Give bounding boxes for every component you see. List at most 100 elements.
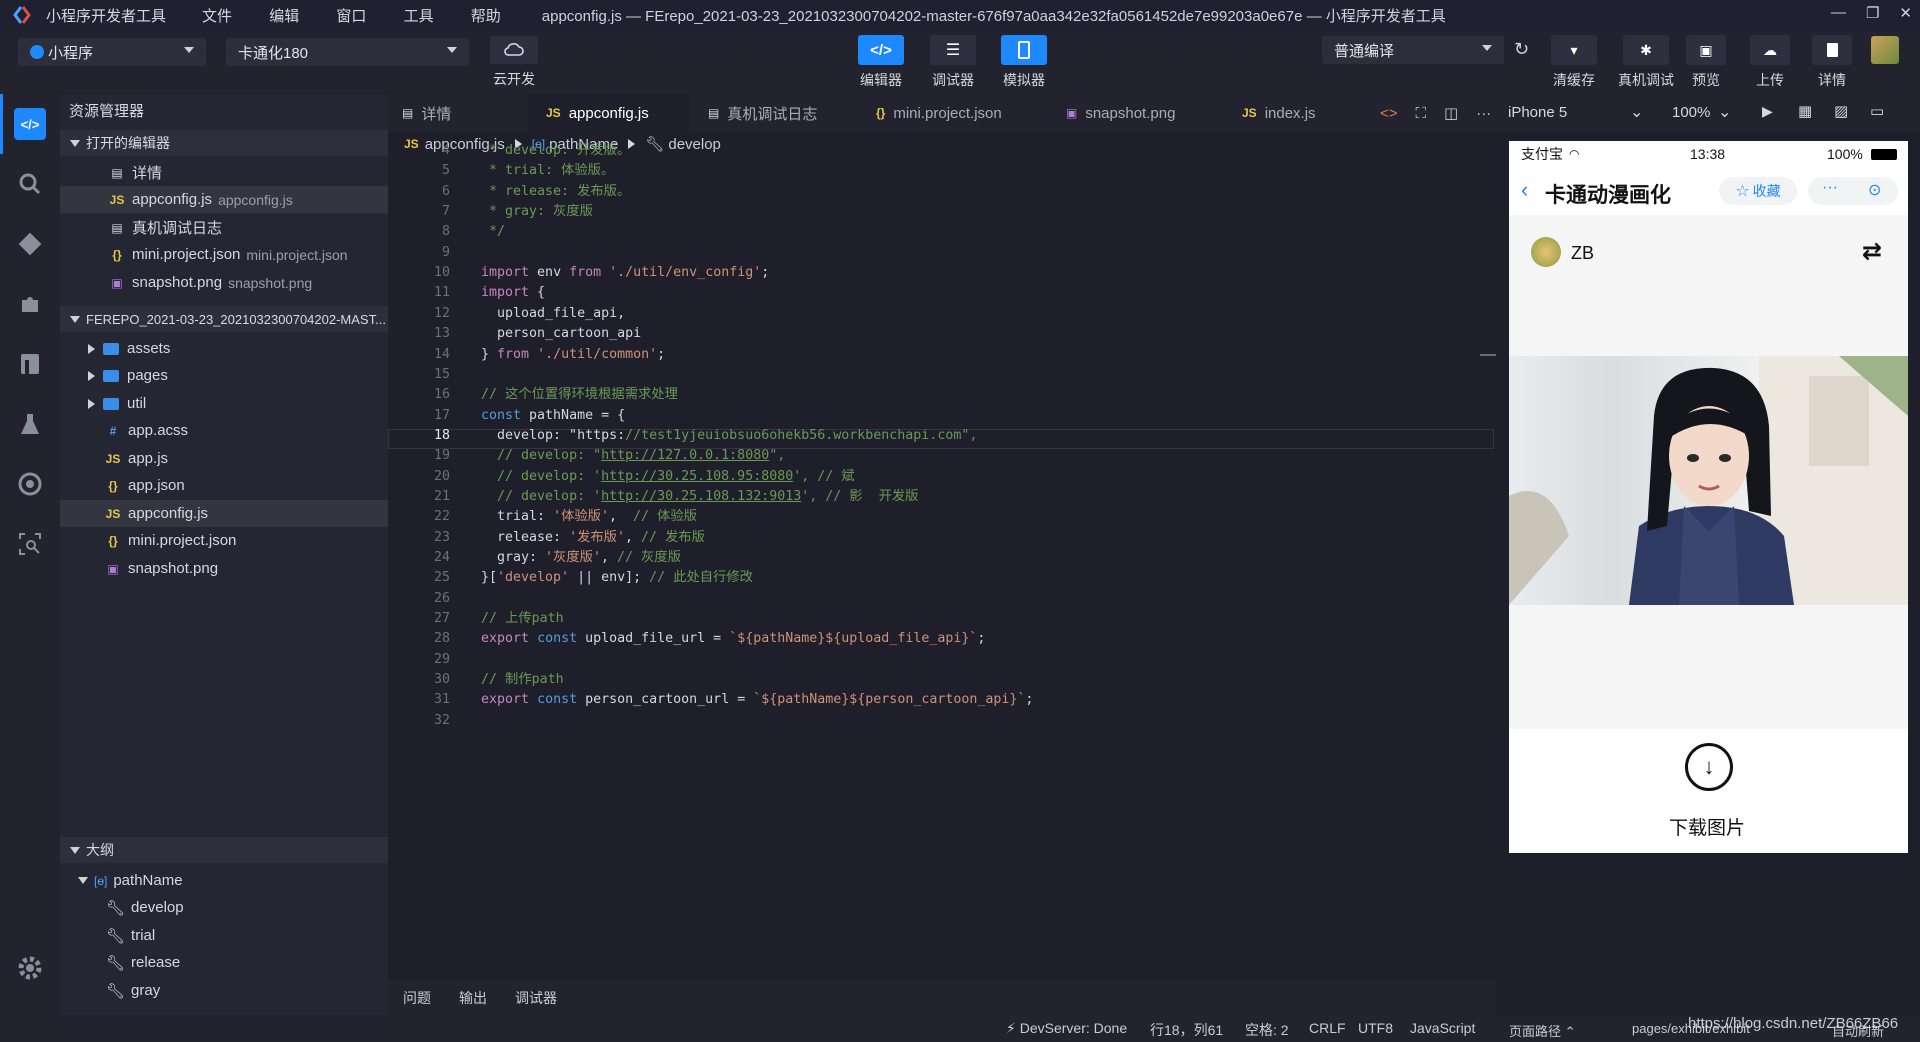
support-icon[interactable] [14,468,46,500]
code-line[interactable]: upload_file_api, [481,304,625,324]
tree-file[interactable]: JS appconfig.js [60,500,388,527]
search-icon[interactable] [14,168,46,200]
language-mode[interactable]: JavaScript [1410,1020,1475,1036]
open-editor-item[interactable]: ▣ snapshot.png snapshot.png [60,269,388,296]
more-icon[interactable]: ··· [1476,105,1491,122]
code-line[interactable]: export const upload_file_url = `${pathNa… [481,629,985,649]
inspect-icon[interactable] [14,528,46,560]
code-line[interactable]: gray: '灰度版', // 灰度版 [481,548,681,568]
tree-file[interactable]: {} app.json [60,472,388,499]
tab-index[interactable]: JS index.js [1224,94,1374,132]
preview-button[interactable]: ▣ 预览 [1686,35,1726,90]
close-icon[interactable]: ✕ [1899,4,1912,22]
code-line[interactable]: // 这个位置得环境根据需求处理 [481,385,678,405]
gear-icon[interactable] [14,952,46,984]
cloud-dev-button[interactable]: 云开发 [488,36,540,89]
code-brackets-icon[interactable]: <> [1380,105,1398,122]
outline-item[interactable]: 🔧︎ gray [60,977,388,1004]
open-editor-item[interactable]: ▤ 详情 [60,159,388,186]
code-line[interactable]: develop: "https://test1yjeuiobsuo6ohekb5… [481,426,977,446]
compile-mode-select[interactable]: 普通编译 [1322,36,1504,64]
code-line[interactable]: } from './util/common'; [481,345,665,365]
play-icon[interactable]: ▶ [1762,103,1773,120]
code-line[interactable]: import { [481,283,545,303]
code-editor[interactable]: 4 5 6 7 8 9 10 11 12 13 14 15 16 17 18 19 20 21 22 23 24 25 26… [388,143,1496,980]
project-header[interactable]: FEREPO_2021-03-23_2021032300704202-MAST.… [60,306,388,332]
tree-file[interactable]: # app.acss [60,417,388,444]
clear-cache-button[interactable]: ▾ 清缓存 [1550,35,1598,90]
tab-remote-log[interactable]: ▤ 真机调试日志 [690,94,858,132]
outline-item[interactable]: 🔧︎ trial [60,922,388,949]
code-line[interactable]: * trial: 体验版。 [481,161,614,181]
code-line[interactable]: // 制作path [481,670,564,690]
menu-window[interactable]: 窗口 [336,8,366,25]
tab-appconfig[interactable]: JS appconfig.js [528,94,690,132]
menu-help[interactable]: 帮助 [471,8,501,25]
flask-icon[interactable] [14,408,46,440]
open-editor-item[interactable]: {} mini.project.json mini.project.json [60,241,388,268]
settings-icon[interactable]: ▨ [1834,102,1848,120]
page-path-toggle[interactable]: 页面路径 ⌃ [1509,1021,1576,1040]
minimize-icon[interactable]: — [1831,4,1846,22]
tree-folder[interactable]: util [60,390,388,417]
focus-icon[interactable]: ⛶ [1416,105,1427,122]
tree-folder[interactable]: pages [60,362,388,389]
outline-item[interactable]: 🔧︎ develop [60,894,388,921]
tab-snapshot[interactable]: ▣ snapshot.png [1048,94,1224,132]
window-icon[interactable]: ▭ [1870,102,1884,120]
storage-icon[interactable] [14,348,46,380]
outline-header[interactable]: 大纲 [60,837,388,863]
code-line[interactable]: // 上传path [481,609,564,629]
menu-tools[interactable]: 工具 [404,8,434,25]
tree-file[interactable]: ▣ snapshot.png [60,555,388,582]
restore-icon[interactable]: ❐ [1866,4,1879,22]
code-line[interactable]: // develop: 'http://30.25.108.95:8080', … [481,467,855,487]
code-line[interactable]: release: '发布版', // 发布版 [481,528,705,548]
outline-root[interactable]: [ɵ] pathName [60,867,388,894]
refresh-icon[interactable]: ↻ [1514,39,1529,60]
code-line[interactable]: * develop: 开发版。 [481,141,630,161]
back-icon[interactable]: ‹ [1521,177,1528,203]
code-line[interactable]: * release: 发布版。 [481,182,630,202]
download-label[interactable]: 下载图片 [1669,813,1745,840]
remote-debug-button[interactable]: ✱ 真机调试 [1615,35,1677,90]
git-icon[interactable] [14,228,46,260]
cursor-position[interactable]: 行18，列61 [1150,1020,1223,1040]
devserver-status[interactable]: ⚡ DevServer: Done [1006,1020,1127,1037]
breadcrumb-property[interactable]: develop [668,136,721,153]
tab-details[interactable]: ▤ 详情 [388,94,528,132]
encoding-setting[interactable]: UTF8 [1358,1020,1393,1036]
zoom-select[interactable]: 100% [1672,104,1710,121]
tree-folder[interactable]: assets [60,335,388,362]
split-editor-icon[interactable]: ◫ [1444,104,1458,122]
open-editors-header[interactable]: 打开的编辑器 [60,130,388,156]
tab-debugger[interactable]: 调试器 [515,988,557,1008]
explorer-icon[interactable]: </> [14,108,46,140]
details-button[interactable]: 详情 [1808,35,1856,90]
code-line[interactable]: // develop: 'http://30.25.108.132:9013',… [481,487,918,507]
tree-file[interactable]: {} mini.project.json [60,527,388,554]
project-select[interactable]: 卡通化180 [226,38,469,66]
tab-problems[interactable]: 问题 [403,988,431,1008]
code-line[interactable]: // develop: "http://127.0.0.1:8080", [481,446,785,466]
menu-edit[interactable]: 编辑 [269,8,299,25]
editor-toggle[interactable]: </> 编辑器 [856,35,906,90]
menu-file[interactable]: 文件 [202,8,232,25]
code-line[interactable]: import env from './util/env_config'; [481,263,769,283]
code-line[interactable]: export const person_cartoon_url = `${pat… [481,690,1033,710]
code-line[interactable]: * gray: 灰度版 [481,202,593,222]
code-line[interactable]: person_cartoon_api [481,324,641,344]
device-select[interactable]: iPhone 5 [1508,104,1567,121]
code-line[interactable]: }['develop' || env]; // 此处自行修改 [481,568,753,588]
avatar[interactable] [1871,36,1899,64]
close-miniapp-icon[interactable]: ⊙ [1868,180,1881,200]
open-editor-item[interactable]: JS appconfig.js appconfig.js [60,186,388,213]
extensions-icon[interactable] [14,288,46,320]
code-line[interactable]: const pathName = { [481,406,625,426]
debugger-toggle[interactable]: ☰ 调试器 [928,35,978,90]
chevron-down-icon[interactable]: ⌄ [1718,102,1731,122]
upload-button[interactable]: ☁ 上传 [1746,35,1794,90]
favorite-button[interactable]: ☆ 收藏 [1719,177,1797,205]
tab-mini-project[interactable]: {} mini.project.json [858,94,1048,132]
code-line[interactable]: trial: '体验版', // 体验版 [481,507,697,527]
